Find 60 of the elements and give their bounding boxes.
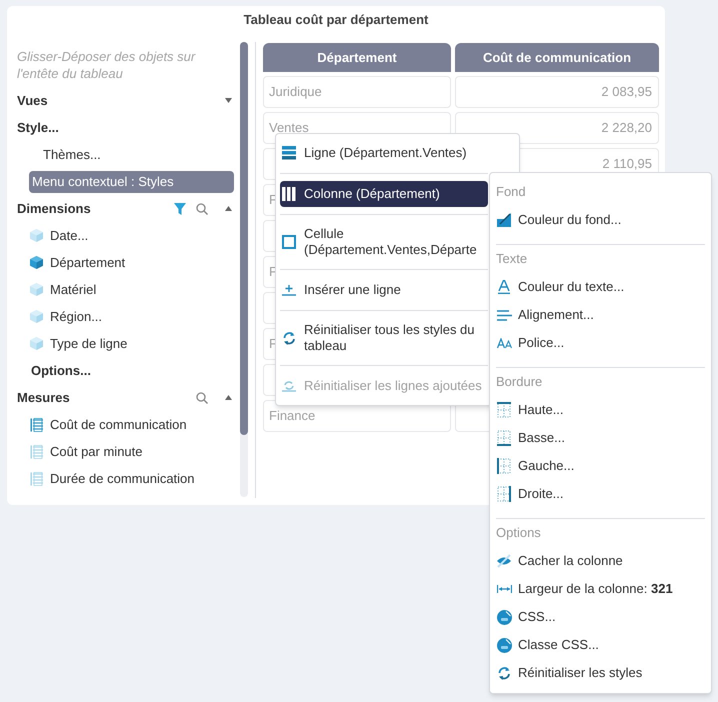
menu-item[interactable]: Colonne (Département): [280, 181, 488, 207]
refresh-icon: [497, 666, 511, 680]
menu-item[interactable]: Basse...: [496, 424, 705, 452]
group-title: Fond: [496, 183, 526, 202]
drop-hint: Glisser-Déposer des objets sur l'entête du tableau: [17, 48, 196, 82]
measure-item[interactable]: Durée de communication: [50, 468, 195, 488]
section-title[interactable]: Vues: [17, 90, 225, 110]
group-title: Bordure: [496, 373, 542, 392]
menu-item[interactable]: Couleur du fond...: [496, 206, 705, 234]
plus-icon: [282, 284, 296, 296]
refresh-icon: [282, 380, 296, 392]
border-icon: [497, 430, 511, 446]
menu-item[interactable]: Insérer une ligne: [280, 277, 488, 303]
resize-icon: [496, 585, 512, 593]
menu-item[interactable]: CSS...: [496, 603, 705, 631]
border-icon: [497, 402, 511, 418]
menu-item[interactable]: Police...: [496, 329, 705, 357]
columns-icon: [282, 187, 296, 201]
dimension-item[interactable]: Matériel: [50, 280, 96, 300]
menu-item[interactable]: Cellule (Département.Ventes,Départe: [280, 222, 488, 262]
table-title: Tableau coût par département: [244, 11, 428, 30]
eye-slash-icon: [496, 554, 512, 568]
align-icon: [496, 310, 512, 320]
group-title: Options: [496, 524, 541, 542]
section-title[interactable]: Mesures: [17, 388, 196, 408]
sidebar-item[interactable]: Menu contextuel : Styles: [29, 170, 234, 192]
paint-icon: [497, 213, 511, 227]
refresh-icon: [282, 330, 296, 346]
menu-item[interactable]: Largeur de la colonne: 321: [496, 575, 705, 603]
menu-item[interactable]: Réinitialiser les styles: [496, 659, 705, 687]
table-cell: Juridique: [263, 76, 451, 108]
options-link[interactable]: Options...: [31, 360, 91, 380]
dimension-item[interactable]: Département: [50, 252, 126, 272]
column-header[interactable]: Département: [263, 43, 451, 72]
menu-item[interactable]: Haute...: [496, 396, 705, 424]
square-icon: [282, 235, 296, 249]
css-icon: [496, 638, 512, 652]
table-cell: 2 083,95: [455, 76, 659, 108]
section-title[interactable]: Style...: [17, 118, 59, 138]
menu-item[interactable]: Classe CSS...: [496, 631, 705, 659]
group-title: Texte: [496, 250, 528, 268]
column-header[interactable]: Coût de communication: [455, 43, 659, 72]
menu-item[interactable]: Droite...: [496, 480, 705, 508]
border-icon: [497, 458, 511, 474]
menu-item[interactable]: Alignement...: [496, 301, 705, 329]
font-size-icon: [496, 338, 512, 348]
letter-a-icon: [497, 280, 511, 294]
section-title[interactable]: Dimensions: [17, 198, 174, 218]
menu-item[interactable]: Gauche...: [496, 452, 705, 480]
dimension-item[interactable]: Région...: [50, 306, 102, 326]
border-icon: [497, 486, 511, 502]
sidebar-item[interactable]: Thèmes...: [29, 144, 234, 166]
menu-item[interactable]: Couleur du texte...: [496, 273, 705, 301]
dimension-item[interactable]: Type de ligne: [50, 334, 128, 354]
measure-item[interactable]: Coût par minute: [50, 442, 142, 462]
css-icon: [496, 610, 512, 624]
dimension-item[interactable]: Date...: [50, 226, 88, 246]
measure-item[interactable]: Coût de communication: [50, 414, 187, 434]
menu-item[interactable]: Cacher la colonne: [496, 547, 705, 575]
rows-icon: [282, 146, 296, 160]
